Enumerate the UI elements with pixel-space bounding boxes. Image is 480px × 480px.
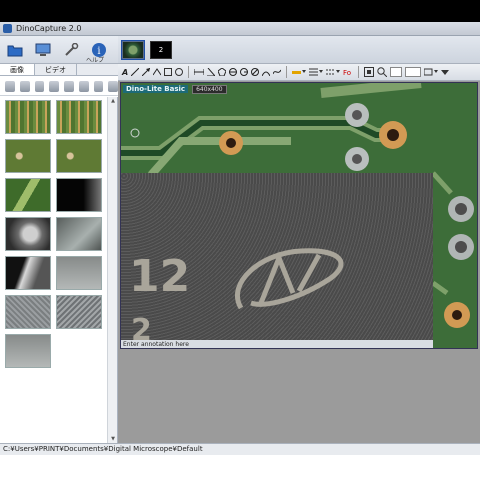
thumbnail-scrollbar[interactable]: ▲ ▼ <box>107 97 117 443</box>
font-icon[interactable]: Fo <box>343 68 353 76</box>
email-icon[interactable] <box>64 81 74 92</box>
chip-surface: 12 2 Enter annotation here <box>121 173 433 348</box>
arrow-tool-icon[interactable] <box>142 68 151 76</box>
tab-bar: 画像 ビデオ <box>0 64 118 76</box>
capture-strip: 2 <box>118 36 480 64</box>
line-style-icon[interactable] <box>326 68 341 76</box>
camera-2-thumbnail[interactable]: 2 <box>150 40 172 59</box>
thumbnail-image[interactable] <box>5 295 51 329</box>
camera-1-thumbnail[interactable] <box>121 39 145 60</box>
diameter-tool-icon[interactable] <box>251 68 260 76</box>
freehand-tool-icon[interactable] <box>273 68 282 76</box>
thumbnail-image[interactable] <box>5 178 51 212</box>
circle-measure-icon[interactable] <box>229 68 238 76</box>
angle-tool-icon[interactable] <box>207 68 216 76</box>
chip-logo-image <box>235 248 344 310</box>
zoom-input-icon[interactable] <box>390 67 403 77</box>
drawing-toolbar: A Fo <box>118 64 480 81</box>
measure-line-icon[interactable] <box>194 68 205 76</box>
save-path: C:¥Users¥PRINT¥Documents¥Digital Microsc… <box>3 445 203 453</box>
separator <box>358 66 360 78</box>
pentagon-tool-icon[interactable] <box>218 68 227 76</box>
thumbnail-image[interactable] <box>5 217 51 251</box>
open-icon[interactable] <box>5 81 15 92</box>
line-color-icon[interactable] <box>292 68 307 76</box>
preview-header: Dino-Lite Basic 640x400 <box>121 83 227 95</box>
separator <box>188 66 190 78</box>
thumbnail-image[interactable] <box>5 256 51 290</box>
status-bar: C:¥Users¥PRINT¥Documents¥Digital Microsc… <box>0 443 480 455</box>
zoom-icon[interactable] <box>377 67 388 77</box>
thumbnail-grid <box>5 100 102 368</box>
rectangle-tool-icon[interactable] <box>164 68 173 76</box>
circle-tool-icon[interactable] <box>175 68 184 76</box>
monitor-icon[interactable] <box>34 41 52 59</box>
grid-options-icon[interactable] <box>424 68 439 76</box>
gallery-toolbar <box>0 78 118 96</box>
polyline-tool-icon[interactable] <box>153 68 162 76</box>
thumbnail-image[interactable] <box>56 295 102 329</box>
page-icon[interactable] <box>49 81 59 92</box>
live-preview[interactable]: 12 2 Enter annotation here Dino-Lite Bas… <box>120 82 478 349</box>
app-icon <box>3 24 12 33</box>
device-name: Dino-Lite Basic <box>123 85 189 93</box>
delete-icon[interactable] <box>108 81 118 92</box>
camera-2-label: 2 <box>158 45 164 54</box>
text-tool[interactable]: A <box>122 68 128 77</box>
separator <box>286 66 288 78</box>
arc-tool-icon[interactable] <box>262 68 271 76</box>
line-tool-icon[interactable] <box>131 68 140 76</box>
folder-icon[interactable] <box>6 41 24 59</box>
thumbnail-panel <box>0 97 118 443</box>
thumbnail-image[interactable] <box>56 256 102 290</box>
svg-text:Fo: Fo <box>343 69 351 76</box>
scroll-down-icon[interactable]: ▼ <box>110 436 116 442</box>
save-icon[interactable] <box>34 81 45 92</box>
title-bar: DinoCapture 2.0 <box>0 22 480 36</box>
thumbnail-image[interactable] <box>56 217 102 251</box>
copy-icon[interactable] <box>19 81 30 92</box>
help-label[interactable]: ヘルプ <box>86 55 104 64</box>
resolution-select[interactable]: 640x400 <box>192 84 227 94</box>
fit-window-icon[interactable] <box>364 67 375 77</box>
thumbnail-image[interactable] <box>5 139 51 173</box>
zoom-value[interactable] <box>405 67 422 77</box>
window-title: DinoCapture 2.0 <box>16 24 82 33</box>
refresh-icon[interactable] <box>78 81 89 92</box>
annotation-field[interactable]: Enter annotation here <box>121 340 433 348</box>
settings-icon[interactable] <box>93 81 104 92</box>
radius-tool-icon[interactable] <box>240 68 249 76</box>
more-options-icon[interactable] <box>441 68 450 76</box>
scroll-up-icon[interactable]: ▲ <box>110 98 116 104</box>
bottom-margin <box>0 455 480 480</box>
thumbnail-image[interactable] <box>56 139 102 173</box>
thumbnail-image[interactable] <box>5 334 51 368</box>
thumbnail-image[interactable] <box>56 178 102 212</box>
tab-video[interactable]: ビデオ <box>35 64 77 75</box>
chip-marking-1: 12 <box>129 251 191 302</box>
thumbnail-image[interactable] <box>56 100 102 134</box>
black-border <box>0 0 480 22</box>
thumbnail-image[interactable] <box>5 100 51 134</box>
tools-icon[interactable] <box>62 41 80 59</box>
tab-images[interactable]: 画像 <box>0 64 35 75</box>
line-width-icon[interactable] <box>309 68 324 76</box>
